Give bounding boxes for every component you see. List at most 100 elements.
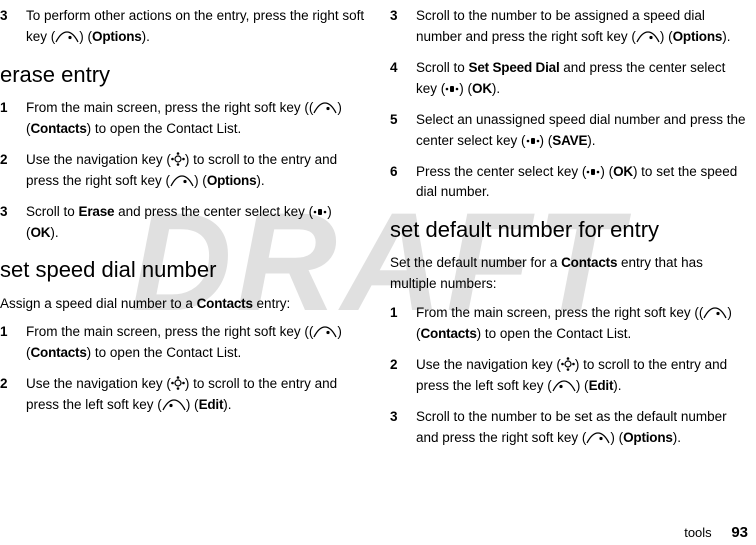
text: From the main screen, press the right so…: [26, 100, 309, 115]
options-label: Options: [207, 173, 257, 188]
step-number: 2: [390, 355, 416, 397]
ok-label: OK: [31, 225, 51, 240]
left-softkey-icon: [552, 380, 576, 392]
right-softkey-icon: [313, 326, 337, 338]
step-body: To perform other actions on the entry, p…: [26, 6, 366, 48]
text: Scroll to: [416, 60, 469, 75]
footer-page-number: 93: [731, 524, 748, 541]
step-body: From the main screen, press the right so…: [26, 98, 366, 140]
step-body: Select an unassigned speed dial number a…: [416, 110, 750, 152]
manual-page: DRAFT 3 To perform other actions on the …: [0, 0, 756, 545]
options-label: Options: [673, 29, 723, 44]
text: ).: [613, 378, 621, 393]
two-column-layout: 3 To perform other actions on the entry,…: [0, 0, 756, 517]
center-select-icon: [313, 206, 327, 218]
options-label: Options: [623, 430, 673, 445]
right-softkey-icon: [313, 102, 337, 114]
text: Use the navigation key (: [26, 152, 171, 167]
set-speed-dial-heading: set speed dial number: [0, 253, 366, 287]
step-number: 1: [0, 98, 26, 140]
text: ) (: [459, 81, 472, 96]
step-number: 1: [390, 303, 416, 345]
step-number: 6: [390, 162, 416, 204]
text: ).: [587, 133, 595, 148]
step-number: 3: [0, 6, 26, 48]
text: ) (: [540, 133, 553, 148]
step-number: 4: [390, 58, 416, 100]
text: and press the center select key (: [114, 204, 313, 219]
step-number: 5: [390, 110, 416, 152]
speed-steps-continued: 3 Scroll to the number to be assigned a …: [390, 6, 750, 203]
step-body: Scroll to the number to be assigned a sp…: [416, 6, 750, 48]
edit-label: Edit: [589, 378, 614, 393]
speed-step-6: 6 Press the center select key () (OK) to…: [390, 162, 750, 204]
text: ) (: [660, 29, 673, 44]
text: ).: [492, 81, 500, 96]
text: Set the default number for a: [390, 255, 561, 270]
ok-label: OK: [613, 164, 633, 179]
step-number: 2: [0, 374, 26, 416]
contacts-label: Contacts: [31, 121, 87, 136]
left-softkey-icon: [162, 399, 186, 411]
step-body: Use the navigation key () to scroll to t…: [26, 374, 366, 416]
center-select-icon: [526, 135, 540, 147]
text: Use the navigation key (: [416, 357, 561, 372]
text: ).: [223, 397, 231, 412]
set-default-number-heading: set default number for entry: [390, 213, 750, 247]
text: ) (: [576, 378, 589, 393]
center-select-icon: [445, 83, 459, 95]
text: Assign a speed dial number to a: [0, 296, 197, 311]
speed-steps: 1 From the main screen, press the right …: [0, 322, 366, 416]
ok-label: OK: [472, 81, 492, 96]
right-column: 3 Scroll to the number to be assigned a …: [378, 0, 756, 517]
step-number: 3: [390, 407, 416, 449]
left-column: 3 To perform other actions on the entry,…: [0, 0, 378, 517]
erase-label: Erase: [79, 204, 115, 219]
text: Use the navigation key (: [26, 376, 171, 391]
right-softkey-icon: [586, 432, 610, 444]
footer-section: tools: [684, 525, 711, 540]
text: ).: [673, 430, 681, 445]
contacts-label: Contacts: [421, 326, 477, 341]
contacts-label: Contacts: [561, 255, 617, 270]
prev-section-continued: 3 To perform other actions on the entry,…: [0, 6, 366, 48]
text: From the main screen, press the right so…: [26, 324, 309, 339]
text: ) (: [79, 29, 92, 44]
default-steps: 1 From the main screen, press the right …: [390, 303, 750, 449]
step-number: 2: [0, 150, 26, 192]
text: ) (: [186, 397, 199, 412]
contacts-label: Contacts: [31, 345, 87, 360]
erase-entry-steps: 1 From the main screen, press the right …: [0, 98, 366, 244]
speed-step-1: 1 From the main screen, press the right …: [0, 322, 366, 364]
speed-step-3: 3 Scroll to the number to be assigned a …: [390, 6, 750, 48]
text: ).: [50, 225, 58, 240]
save-label: SAVE: [552, 133, 587, 148]
text: ).: [722, 29, 730, 44]
step-number: 3: [0, 202, 26, 244]
text: Scroll to: [26, 204, 79, 219]
center-select-icon: [586, 166, 600, 178]
step-body: Use the navigation key () to scroll to t…: [416, 355, 750, 397]
text: From the main screen, press the right so…: [416, 305, 699, 320]
default-intro: Set the default number for a Contacts en…: [390, 253, 750, 295]
step-3-options: 3 To perform other actions on the entry,…: [0, 6, 366, 48]
nav-key-icon: [171, 152, 185, 166]
right-softkey-icon: [170, 175, 194, 187]
page-footer: tools 93: [684, 524, 748, 541]
default-step-1: 1 From the main screen, press the right …: [390, 303, 750, 345]
step-body: Press the center select key () (OK) to s…: [416, 162, 750, 204]
text: ).: [256, 173, 264, 188]
step-body: Scroll to Erase and press the center sel…: [26, 202, 366, 244]
right-softkey-icon: [703, 307, 727, 319]
right-softkey-icon: [55, 31, 79, 43]
text: ) to open the Contact List.: [477, 326, 632, 341]
erase-step-2: 2 Use the navigation key () to scroll to…: [0, 150, 366, 192]
erase-step-3: 3 Scroll to Erase and press the center s…: [0, 202, 366, 244]
edit-label: Edit: [199, 397, 224, 412]
erase-entry-heading: erase entry: [0, 58, 366, 92]
step-body: Use the navigation key () to scroll to t…: [26, 150, 366, 192]
step-number: 1: [0, 322, 26, 364]
step-body: Scroll to Set Speed Dial and press the c…: [416, 58, 750, 100]
speed-step-4: 4 Scroll to Set Speed Dial and press the…: [390, 58, 750, 100]
step-body: From the main screen, press the right so…: [26, 322, 366, 364]
